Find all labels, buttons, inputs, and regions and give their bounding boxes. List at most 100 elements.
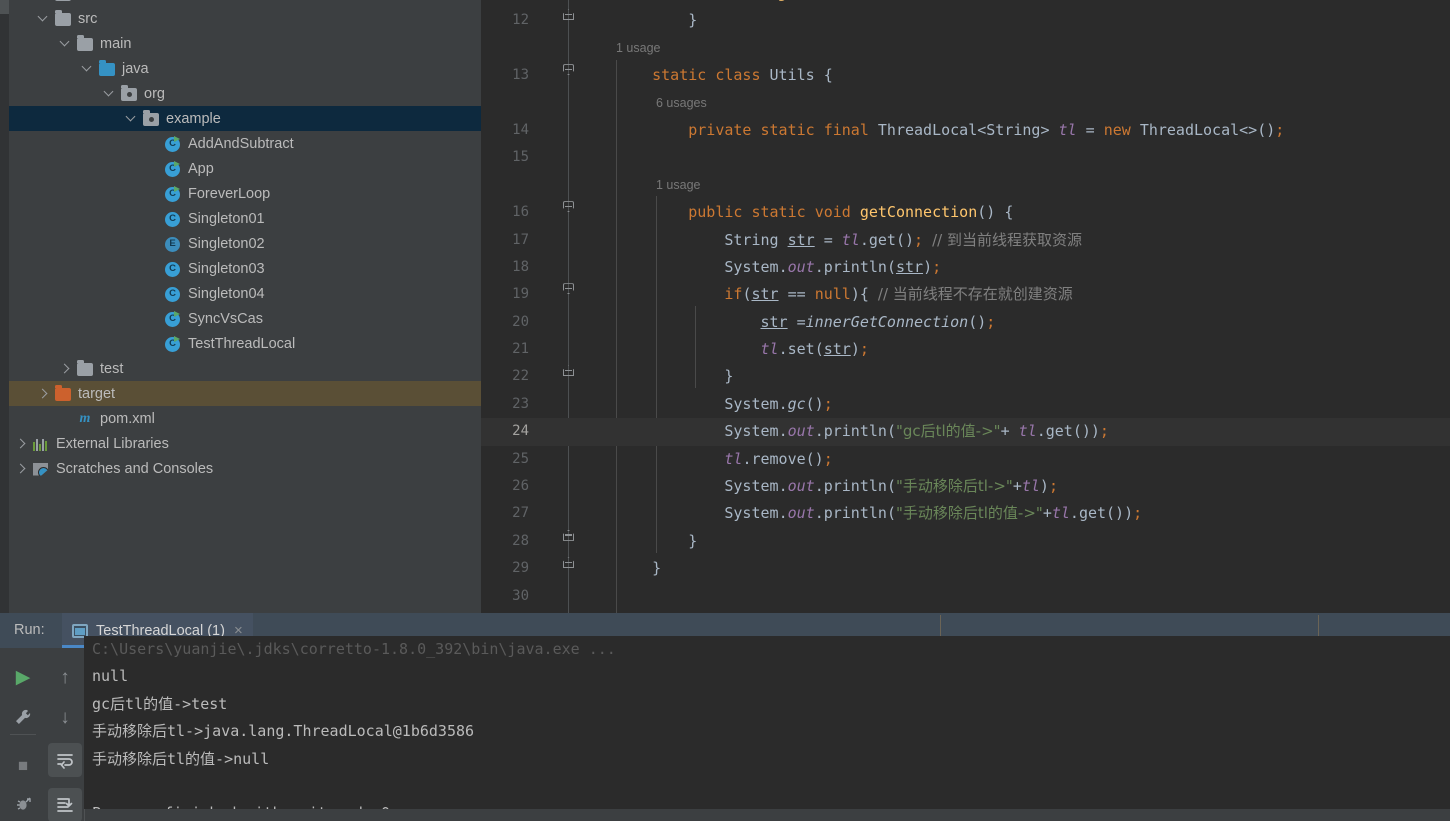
console-line: C:\Users\yuanjie\.jdks\corretto-1.8.0_39… [92, 640, 616, 658]
tree-item-singleton04[interactable]: C Singleton04 [9, 281, 481, 306]
code-text: if(str == null){ // 当前线程不存在就创建资源 [724, 285, 1073, 304]
editor-line-12: 12 } [481, 7, 1450, 34]
fold-up-icon[interactable] [561, 7, 576, 22]
soft-wrap-button[interactable] [48, 743, 82, 777]
usage-hint[interactable]: 1 usage [616, 35, 660, 62]
java-class-runnable-icon: C [164, 185, 182, 203]
fold-up-icon[interactable] [561, 555, 576, 570]
line-number: 15 [512, 149, 529, 166]
chevron-down-icon[interactable] [103, 87, 116, 100]
line-number: 12 [512, 12, 529, 29]
settings-button[interactable] [6, 700, 40, 734]
java-enum-icon: E [164, 235, 182, 253]
java-class-icon: C [164, 210, 182, 228]
code-text: tl.set(str); [760, 340, 869, 359]
fold-down-icon[interactable] [561, 281, 576, 296]
chevron-right-icon[interactable] [15, 462, 28, 475]
tree-item-label: test [100, 360, 124, 377]
tree-item-scratches-and-consoles[interactable]: Scratches and Consoles [9, 456, 481, 481]
tree-item-external-libraries[interactable]: External Libraries [9, 431, 481, 456]
editor-line-14: 14 private static final ThreadLocal<Stri… [481, 117, 1450, 144]
tree-item-org[interactable]: org [9, 81, 481, 106]
tree-item-testthreadlocal[interactable]: C TestThreadLocal [9, 331, 481, 356]
fold-down-icon[interactable] [561, 62, 576, 77]
tree-item-syncvscas[interactable]: C SyncVsCas [9, 306, 481, 331]
project-tree-panel: .idea srcmain java orgexample C AddAndSubtrac… [0, 0, 481, 613]
dump-threads-button[interactable] [6, 788, 40, 821]
console-output[interactable]: C:\Users\yuanjie\.jdks\corretto-1.8.0_39… [84, 636, 1450, 809]
chevron-down-icon[interactable] [125, 112, 138, 125]
tree-item-app[interactable]: C App [9, 156, 481, 181]
up-the-stack-button[interactable]: ↑ [48, 660, 82, 694]
java-class-icon: C [164, 285, 182, 303]
editor-inlay-hint-row: 1 usage [481, 172, 1450, 199]
chevron-right-icon[interactable] [15, 437, 28, 450]
line-number: 27 [512, 505, 529, 522]
fold-up-icon[interactable] [561, 363, 576, 378]
folder-icon [76, 35, 94, 53]
console-line: Process finished with exit code 0 [84, 800, 1450, 809]
tree-item-main[interactable]: main [9, 31, 481, 56]
run-label: Run: [14, 622, 45, 638]
fold-down-icon[interactable] [561, 199, 576, 214]
tree-item-singleton01[interactable]: C Singleton01 [9, 206, 481, 231]
tree-item-label: example [166, 110, 221, 127]
package-icon [142, 110, 160, 128]
tree-item-example[interactable]: example [9, 106, 481, 131]
usage-hint[interactable]: 6 usages [656, 90, 707, 117]
code-editor[interactable]: 11 Utils.getConnection();12 }1 usage13 s… [481, 0, 1450, 613]
code-text: str =innerGetConnection(); [760, 312, 996, 331]
stop-button[interactable]: ■ [6, 748, 40, 782]
java-class-runnable-icon: C [164, 160, 182, 178]
scroll-to-end-button[interactable] [48, 788, 82, 821]
code-text: String str = tl.get(); // 到当前线程获取资源 [724, 230, 1082, 249]
tree-item-label: Singleton02 [188, 235, 265, 252]
editor-line-15: 15 [481, 144, 1450, 171]
line-number: 18 [512, 258, 529, 275]
tree-item-foreverloop[interactable]: C ForeverLoop [9, 181, 481, 206]
chevron-right-icon[interactable] [37, 387, 50, 400]
code-text: } [688, 531, 698, 550]
console-line: null [92, 667, 129, 686]
tree-item-label: main [100, 35, 132, 52]
java-class-icon: C [164, 260, 182, 278]
chevron-down-icon[interactable] [37, 12, 50, 25]
chevron-right-icon[interactable] [59, 362, 72, 375]
tree-item-java[interactable]: java [9, 56, 481, 81]
editor-line-28: 28 } [481, 528, 1450, 555]
usage-hint[interactable]: 1 usage [656, 172, 700, 199]
editor-line-19: 19 if(str == null){ // 当前线程不存在就创建资源 [481, 281, 1450, 308]
chevron-down-icon[interactable] [59, 37, 72, 50]
editor-line-23: 23 System.gc(); [481, 391, 1450, 418]
fold-up-icon[interactable] [561, 528, 576, 543]
tree-item-label: org [144, 85, 165, 102]
tree-item-label: AddAndSubtract [188, 135, 294, 152]
maven-icon: m [79, 410, 91, 426]
project-tree[interactable]: .idea srcmain java orgexample C AddAndSubtrac… [9, 0, 481, 594]
project-tool-window-tab[interactable] [0, 0, 9, 14]
libraries-icon [32, 435, 50, 453]
tree-item-singleton02[interactable]: E Singleton02 [9, 231, 481, 256]
tree-item-singleton03[interactable]: C Singleton03 [9, 256, 481, 281]
code-text: System.out.println("gc后tl的值->"+ tl.get()… [724, 422, 1109, 441]
code-text: System.out.println("手动移除后tl的值->"+tl.get(… [724, 504, 1143, 523]
line-number: 14 [512, 121, 529, 138]
console-actions-toolbar: ↑ ↓ [46, 648, 84, 821]
line-number: 20 [512, 313, 529, 330]
tree-item-label: ForeverLoop [188, 185, 271, 202]
tree-item-test[interactable]: test [9, 356, 481, 381]
tree-item-src[interactable]: src [9, 6, 481, 31]
java-class-runnable-icon: C [164, 135, 182, 153]
code-text: static class Utils { [652, 66, 833, 85]
chevron-down-icon[interactable] [81, 62, 94, 75]
tree-item-pom-xml[interactable]: m pom.xml [9, 406, 481, 431]
editor-line-16: 16 public static void getConnection() { [481, 199, 1450, 226]
down-the-stack-button[interactable]: ↓ [48, 700, 82, 734]
rerun-button[interactable]: ▶ [6, 660, 40, 694]
folder-icon [76, 360, 94, 378]
editor-line-13: 13 static class Utils { [481, 62, 1450, 89]
tree-item-target[interactable]: target [9, 381, 481, 406]
tree-item-addandsubtract[interactable]: C AddAndSubtract [9, 131, 481, 156]
